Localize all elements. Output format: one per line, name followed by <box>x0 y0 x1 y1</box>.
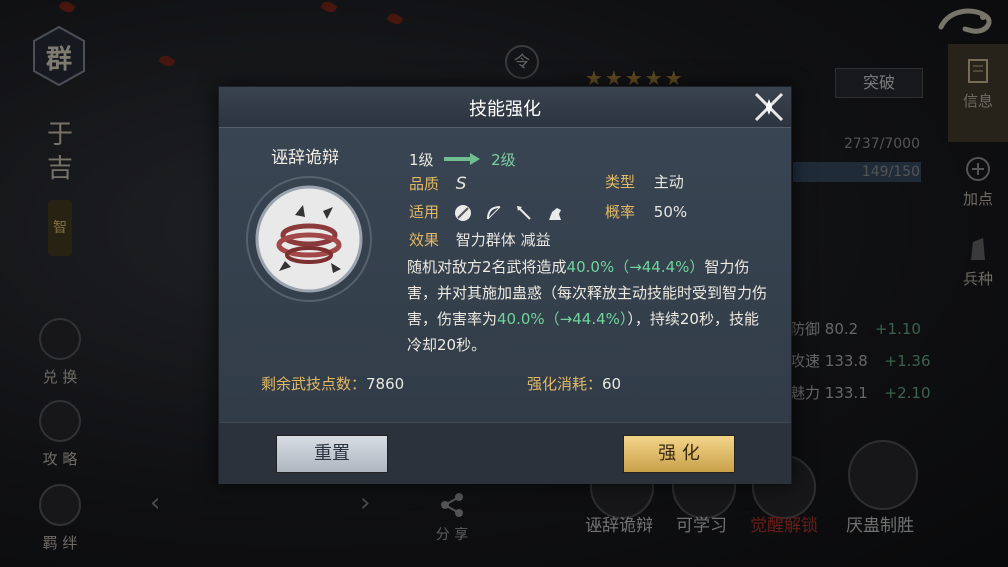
applicable-label: 适用 <box>409 203 440 221</box>
applicable-row: 适用 <box>409 201 572 222</box>
effect-value: 智力群体 减益 <box>455 231 551 249</box>
effect-row: 效果 智力群体 减益 <box>409 229 551 250</box>
skill-enhance-dialog: 技能强化 诬辞诡辩 1级 2级 品质 S 类型 主动 适用 概率 50% 效果 … <box>218 86 792 484</box>
type-row: 类型 主动 <box>605 171 684 192</box>
reset-button[interactable]: 重置 <box>276 435 388 473</box>
skill-description: 随机对敌方2名武将造成40.0%（→44.4%）智力伤害，并对其施加蛊惑（每次释… <box>407 254 772 358</box>
cost-label: 强化消耗： <box>527 375 603 393</box>
quality-row: 品质 S <box>409 173 467 194</box>
shield-icon <box>454 204 471 221</box>
chance-value: 50% <box>653 203 688 221</box>
close-icon <box>754 92 784 122</box>
level-to: 2级 <box>491 151 516 169</box>
remaining-value: 7860 <box>366 375 405 393</box>
cost-value: 60 <box>602 375 622 393</box>
desc-text: 随机对敌方2名武将造成 <box>407 258 567 276</box>
type-value: 主动 <box>653 173 684 191</box>
weapon-icons <box>454 203 572 221</box>
dialog-header: 技能强化 <box>219 87 791 128</box>
remaining-points: 剩余武技点数：7860 <box>261 373 404 394</box>
bow-icon <box>486 205 500 219</box>
chance-row: 概率 50% <box>605 201 687 222</box>
spear-icon <box>517 205 532 220</box>
horse-icon <box>549 207 562 220</box>
dialog-title: 技能强化 <box>469 99 541 120</box>
skill-emblem-icon <box>245 175 373 303</box>
skill-name: 诬辞诡辩 <box>271 148 339 168</box>
effect-label: 效果 <box>409 231 440 249</box>
arrow-right-icon <box>442 152 482 170</box>
desc-damage-rate: 40.0%（→44.4%） <box>566 258 705 276</box>
level-change: 1级 2级 <box>409 149 516 170</box>
type-label: 类型 <box>605 173 636 191</box>
enhance-button[interactable]: 强 化 <box>623 435 735 473</box>
chance-label: 概率 <box>605 203 636 221</box>
quality-label: 品质 <box>409 175 440 193</box>
level-from: 1级 <box>409 151 434 169</box>
quality-value: S <box>455 174 467 194</box>
desc-damage-rate: 40.0%（→44.4%） <box>497 310 628 328</box>
remaining-label: 剩余武技点数： <box>261 375 367 393</box>
close-button[interactable] <box>749 87 789 127</box>
enhance-cost: 强化消耗：60 <box>527 373 621 394</box>
